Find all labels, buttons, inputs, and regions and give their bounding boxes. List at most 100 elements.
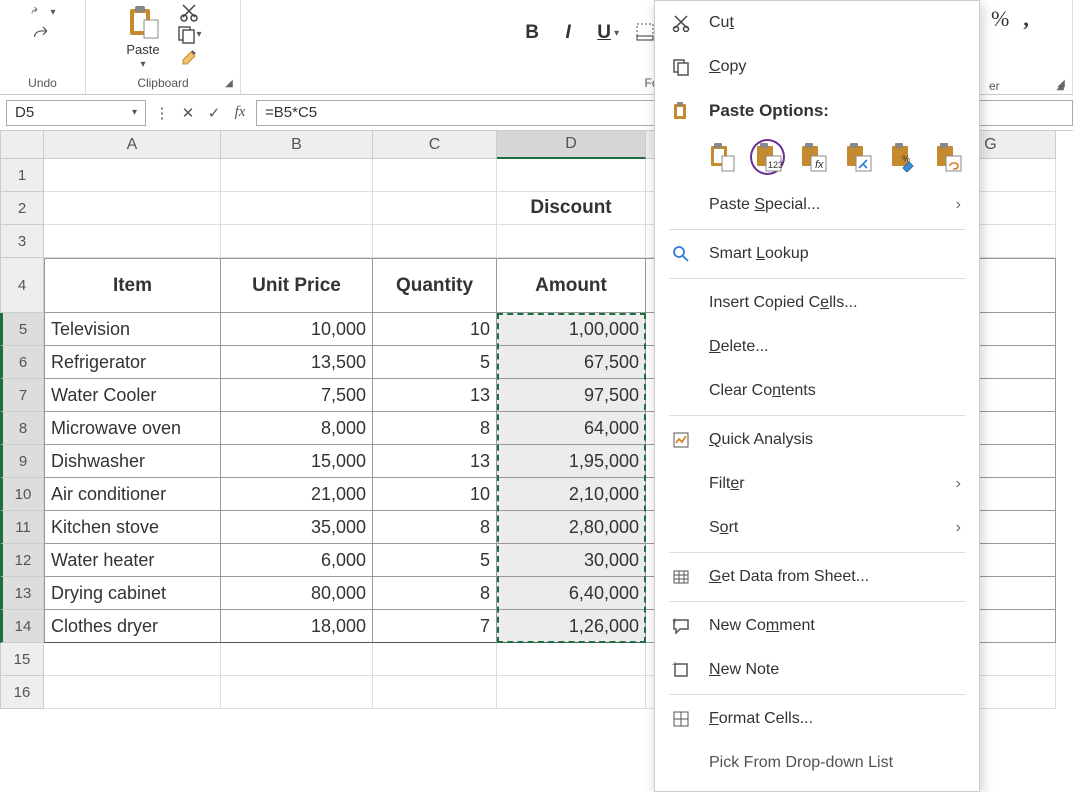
- cell[interactable]: 18,000: [221, 610, 373, 643]
- cell[interactable]: 8: [373, 577, 497, 610]
- ctx-copy[interactable]: Copy: [655, 45, 979, 89]
- cell[interactable]: [221, 676, 373, 709]
- cell[interactable]: [373, 225, 497, 258]
- cancel-formula-button[interactable]: ✕: [178, 104, 198, 122]
- row-header[interactable]: 7: [0, 379, 44, 412]
- cell[interactable]: 30,000: [497, 544, 646, 577]
- cell[interactable]: Dishwasher: [44, 445, 221, 478]
- ctx-paste-special[interactable]: Paste Special...›: [655, 183, 979, 227]
- cell[interactable]: 5: [373, 544, 497, 577]
- ctx-delete[interactable]: Delete...: [655, 325, 979, 369]
- cell[interactable]: 5: [373, 346, 497, 379]
- cell[interactable]: 7,500: [221, 379, 373, 412]
- paste-values[interactable]: 123: [750, 139, 785, 175]
- row-header[interactable]: 3: [0, 225, 44, 258]
- row-header[interactable]: 2: [0, 192, 44, 225]
- ctx-new-comment[interactable]: +New Comment: [655, 604, 979, 648]
- cell[interactable]: 21,000: [221, 478, 373, 511]
- row-header[interactable]: 15: [0, 643, 44, 676]
- cell[interactable]: 13,500: [221, 346, 373, 379]
- col-header[interactable]: B: [221, 131, 373, 159]
- cell[interactable]: Unit Price: [221, 258, 373, 313]
- cell[interactable]: Television: [44, 313, 221, 346]
- italic-button[interactable]: I: [558, 22, 578, 44]
- ctx-format-cells[interactable]: Format Cells...: [655, 697, 979, 741]
- cell[interactable]: Microwave oven: [44, 412, 221, 445]
- ctx-filter[interactable]: Filter›: [655, 462, 979, 506]
- cell[interactable]: Quantity: [373, 258, 497, 313]
- cell[interactable]: Water heater: [44, 544, 221, 577]
- cell[interactable]: 80,000: [221, 577, 373, 610]
- cell[interactable]: 13: [373, 379, 497, 412]
- cell[interactable]: [497, 676, 646, 709]
- underline-button[interactable]: U▾: [594, 22, 619, 44]
- paste-button[interactable]: Paste ▾: [124, 2, 162, 72]
- cell[interactable]: [44, 192, 221, 225]
- cell[interactable]: 1,26,000: [497, 610, 646, 643]
- copy-button[interactable]: ▾: [176, 24, 202, 44]
- row-header[interactable]: 16: [0, 676, 44, 709]
- undo-button[interactable]: ▾: [30, 2, 56, 22]
- row-header[interactable]: 5: [0, 313, 44, 346]
- ctx-get-data[interactable]: Get Data from Sheet...: [655, 555, 979, 599]
- cell[interactable]: 67,500: [497, 346, 646, 379]
- ctx-insert-copied[interactable]: Insert Copied Cells...: [655, 281, 979, 325]
- row-header[interactable]: 12: [0, 544, 44, 577]
- cell[interactable]: 2,10,000: [497, 478, 646, 511]
- accept-formula-button[interactable]: ✓: [204, 104, 224, 122]
- redo-button[interactable]: [30, 24, 56, 44]
- cell[interactable]: [497, 643, 646, 676]
- ctx-sort[interactable]: Sort›: [655, 506, 979, 550]
- ctx-new-note[interactable]: +New Note: [655, 648, 979, 692]
- ctx-smart-lookup[interactable]: Smart Lookup: [655, 232, 979, 276]
- ctx-pick-list[interactable]: Pick From Drop-down List: [655, 741, 979, 785]
- cell[interactable]: 1,00,000: [497, 313, 646, 346]
- cell[interactable]: 2,80,000: [497, 511, 646, 544]
- cell[interactable]: 8: [373, 412, 497, 445]
- cell[interactable]: [373, 676, 497, 709]
- cell[interactable]: Water Cooler: [44, 379, 221, 412]
- row-header[interactable]: 8: [0, 412, 44, 445]
- col-header[interactable]: A: [44, 131, 221, 159]
- cell[interactable]: 10: [373, 313, 497, 346]
- vdots-icon[interactable]: ⋮: [152, 104, 172, 122]
- clipboard-launcher[interactable]: ◢: [222, 76, 236, 90]
- row-header[interactable]: 13: [0, 577, 44, 610]
- select-all-corner[interactable]: [0, 131, 44, 159]
- cell[interactable]: Amount: [497, 258, 646, 313]
- paste-formatting[interactable]: %: [885, 139, 920, 175]
- cell[interactable]: [497, 225, 646, 258]
- ctx-quick-analysis[interactable]: Quick Analysis: [655, 418, 979, 462]
- cell[interactable]: 8: [373, 511, 497, 544]
- cut-button[interactable]: [176, 2, 202, 22]
- col-header[interactable]: D: [497, 131, 646, 159]
- cell[interactable]: [221, 159, 373, 192]
- paste-formulas[interactable]: fx: [795, 139, 830, 175]
- cell[interactable]: [44, 643, 221, 676]
- cell[interactable]: 64,000: [497, 412, 646, 445]
- row-header[interactable]: 1: [0, 159, 44, 192]
- paste-all[interactable]: [705, 139, 740, 175]
- row-header[interactable]: 10: [0, 478, 44, 511]
- col-header[interactable]: C: [373, 131, 497, 159]
- row-header[interactable]: 9: [0, 445, 44, 478]
- cell[interactable]: Refrigerator: [44, 346, 221, 379]
- cell[interactable]: [221, 225, 373, 258]
- cell[interactable]: [373, 643, 497, 676]
- row-header[interactable]: 4: [0, 258, 44, 313]
- cell[interactable]: [44, 159, 221, 192]
- row-header[interactable]: 11: [0, 511, 44, 544]
- cell[interactable]: Clothes dryer: [44, 610, 221, 643]
- cell[interactable]: [221, 643, 373, 676]
- cell[interactable]: 13: [373, 445, 497, 478]
- cell[interactable]: Discount: [497, 192, 646, 225]
- percent-button[interactable]: %: [991, 6, 1009, 32]
- bold-button[interactable]: B: [522, 22, 542, 44]
- cell[interactable]: 10,000: [221, 313, 373, 346]
- name-box[interactable]: D5 ▾: [6, 100, 146, 126]
- cell[interactable]: [497, 159, 646, 192]
- format-painter-button[interactable]: [176, 46, 202, 66]
- row-header[interactable]: 6: [0, 346, 44, 379]
- ctx-clear[interactable]: Clear Contents: [655, 369, 979, 413]
- cell[interactable]: 8,000: [221, 412, 373, 445]
